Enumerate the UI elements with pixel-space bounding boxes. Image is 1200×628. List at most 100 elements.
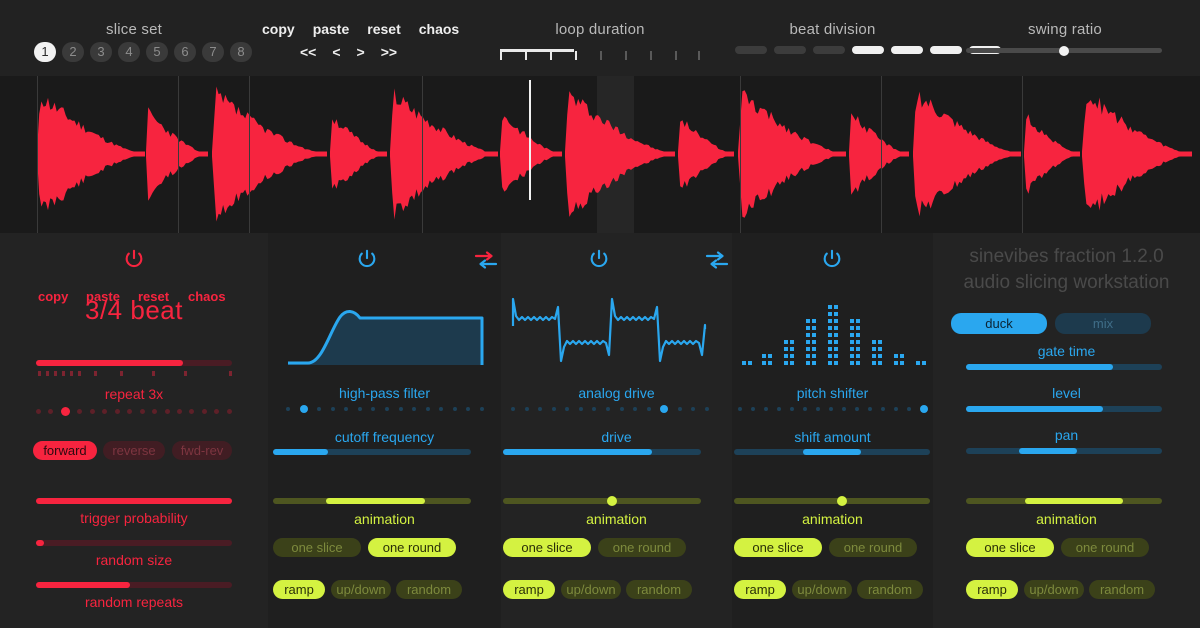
drive-dots-8[interactable]: [619, 407, 624, 411]
filter-dots-0[interactable]: [286, 407, 290, 411]
mod-slider-random-repeats[interactable]: [36, 582, 232, 588]
repeat-dot-2[interactable]: [60, 407, 70, 416]
d-anim-trk-knob[interactable]: [606, 496, 617, 506]
filter-power-icon[interactable]: [356, 248, 378, 270]
filter-dots-3[interactable]: [330, 407, 335, 411]
repeat-dot-11[interactable]: [176, 409, 182, 414]
filter-dots-9[interactable]: [412, 407, 417, 411]
pitch-dots-10[interactable]: [868, 407, 872, 411]
loop-duration-slider[interactable]: [500, 44, 700, 60]
cutoff-frequency-slider[interactable]: [273, 449, 471, 455]
swing-ratio-slider[interactable]: [966, 45, 1162, 56]
filter-dots-11[interactable]: [439, 407, 444, 411]
filter-dots-7[interactable]: [384, 407, 389, 411]
top-command-reset[interactable]: reset: [367, 21, 400, 37]
beat-division-segments[interactable]: [735, 46, 1001, 54]
beat-division-segment-3[interactable]: [852, 46, 884, 54]
slice-set-button-7[interactable]: 7: [202, 42, 224, 62]
drive-type-selector[interactable]: [511, 405, 709, 413]
repeat-dot-13[interactable]: [201, 409, 207, 414]
repeat-dot-selector[interactable]: [36, 407, 232, 416]
repeat-dot-15[interactable]: [226, 409, 232, 414]
pitch-dots-5[interactable]: [803, 407, 807, 411]
drive-dots-2[interactable]: [538, 407, 543, 411]
repeat-dot-14[interactable]: [214, 409, 220, 414]
drive-animation-slider[interactable]: [503, 496, 701, 506]
filter-dots-1[interactable]: [299, 405, 308, 413]
output_panel-shape-ramp[interactable]: ramp: [966, 580, 1018, 599]
beat-division-segment-5[interactable]: [930, 46, 962, 54]
slice-set-button-4[interactable]: 4: [118, 42, 140, 62]
top-command-paste[interactable]: paste: [313, 21, 350, 37]
slice-nav-arrow-3[interactable]: >>: [381, 44, 397, 60]
drive-dots-12[interactable]: [677, 407, 682, 411]
p-anim-trk-knob[interactable]: [836, 496, 847, 506]
pitch-dots-9[interactable]: [855, 407, 859, 411]
beat-division-segment-2[interactable]: [813, 46, 845, 54]
beat-division-segment-4[interactable]: [891, 46, 923, 54]
top-command-copy[interactable]: copy: [262, 21, 295, 37]
repeat-dot-3[interactable]: [77, 409, 83, 414]
pitch-dots-11[interactable]: [881, 407, 885, 411]
filter-dots-12[interactable]: [452, 407, 457, 411]
repeat-dot-0[interactable]: [36, 409, 41, 414]
drive_panel-shape-random[interactable]: random: [626, 580, 692, 599]
slice-set-button-2[interactable]: 2: [62, 42, 84, 62]
shift-amount-slider[interactable]: [734, 449, 930, 455]
drive-dots-13[interactable]: [691, 407, 696, 411]
drive-swap-icon[interactable]: [704, 250, 729, 269]
drive-power-icon[interactable]: [588, 248, 610, 270]
output-mode-mix[interactable]: mix: [1055, 313, 1151, 334]
pitch-dots-13[interactable]: [907, 407, 911, 411]
repeat-dot-5[interactable]: [102, 409, 108, 414]
pitch-dots-7[interactable]: [829, 407, 833, 411]
top-command-chaos[interactable]: chaos: [419, 21, 459, 37]
filter-dots-8[interactable]: [398, 407, 403, 411]
drive_panel-shape-ramp[interactable]: ramp: [503, 580, 555, 599]
output-slider-level[interactable]: [966, 406, 1162, 412]
filter-dots-4[interactable]: [344, 407, 349, 411]
output-mode-duck[interactable]: duck: [951, 313, 1047, 334]
direction-button-forward[interactable]: forward: [33, 441, 97, 460]
filter-animation-slider[interactable]: [273, 498, 471, 504]
drive-dots-0[interactable]: [511, 407, 515, 411]
output-animation-slider[interactable]: [966, 498, 1162, 504]
repeat-dot-6[interactable]: [114, 409, 120, 414]
pitch_panel-shape-ramp[interactable]: ramp: [734, 580, 786, 599]
slice-set-button-8[interactable]: 8: [230, 42, 252, 62]
repeat-dot-8[interactable]: [139, 409, 145, 414]
pitch_panel-shape-random[interactable]: random: [857, 580, 923, 599]
drive_panel-range-one-slice[interactable]: one slice: [503, 538, 591, 557]
slice-set-button-3[interactable]: 3: [90, 42, 112, 62]
filter_panel-shape-ramp[interactable]: ramp: [273, 580, 325, 599]
repeat-dot-7[interactable]: [127, 409, 133, 414]
beat-division-segment-1[interactable]: [774, 46, 806, 54]
drive-dots-7[interactable]: [605, 407, 610, 411]
top-command-buttons[interactable]: copy paste reset chaos: [262, 21, 459, 37]
filter-dots-5[interactable]: [357, 407, 362, 411]
slice-nav-arrow-2[interactable]: >: [357, 44, 365, 60]
drive-dots-1[interactable]: [524, 407, 529, 411]
filter-dots-14[interactable]: [479, 407, 484, 411]
drive-dots-14[interactable]: [704, 407, 709, 411]
pitch-dots-14[interactable]: [920, 405, 928, 413]
slice-nav-arrow-1[interactable]: <: [332, 44, 340, 60]
filter-swap-icon[interactable]: [473, 250, 498, 269]
filter-dots-10[interactable]: [425, 407, 430, 411]
drive-dots-11[interactable]: [660, 405, 669, 413]
repeat-dot-4[interactable]: [89, 409, 95, 414]
drive-dots-3[interactable]: [551, 407, 556, 411]
pitch_panel-range-one-round[interactable]: one round: [829, 538, 917, 557]
filter-dots-2[interactable]: [317, 407, 322, 411]
mod-slider-random-size[interactable]: [36, 540, 232, 546]
mod-slider-trigger-probability[interactable]: [36, 498, 232, 504]
drive-dots-4[interactable]: [565, 407, 570, 411]
drive-dots-6[interactable]: [592, 407, 597, 411]
slice-nav-arrow-0[interactable]: <<: [300, 44, 316, 60]
filter_panel-range-one-slice[interactable]: one slice: [273, 538, 361, 557]
pitch-dots-2[interactable]: [764, 407, 768, 411]
pitch-name[interactable]: pitch shifter: [732, 385, 933, 401]
pitch-type-selector[interactable]: [738, 405, 928, 413]
filter-type-selector[interactable]: [286, 405, 484, 413]
output_panel-shape-random[interactable]: random: [1089, 580, 1155, 599]
